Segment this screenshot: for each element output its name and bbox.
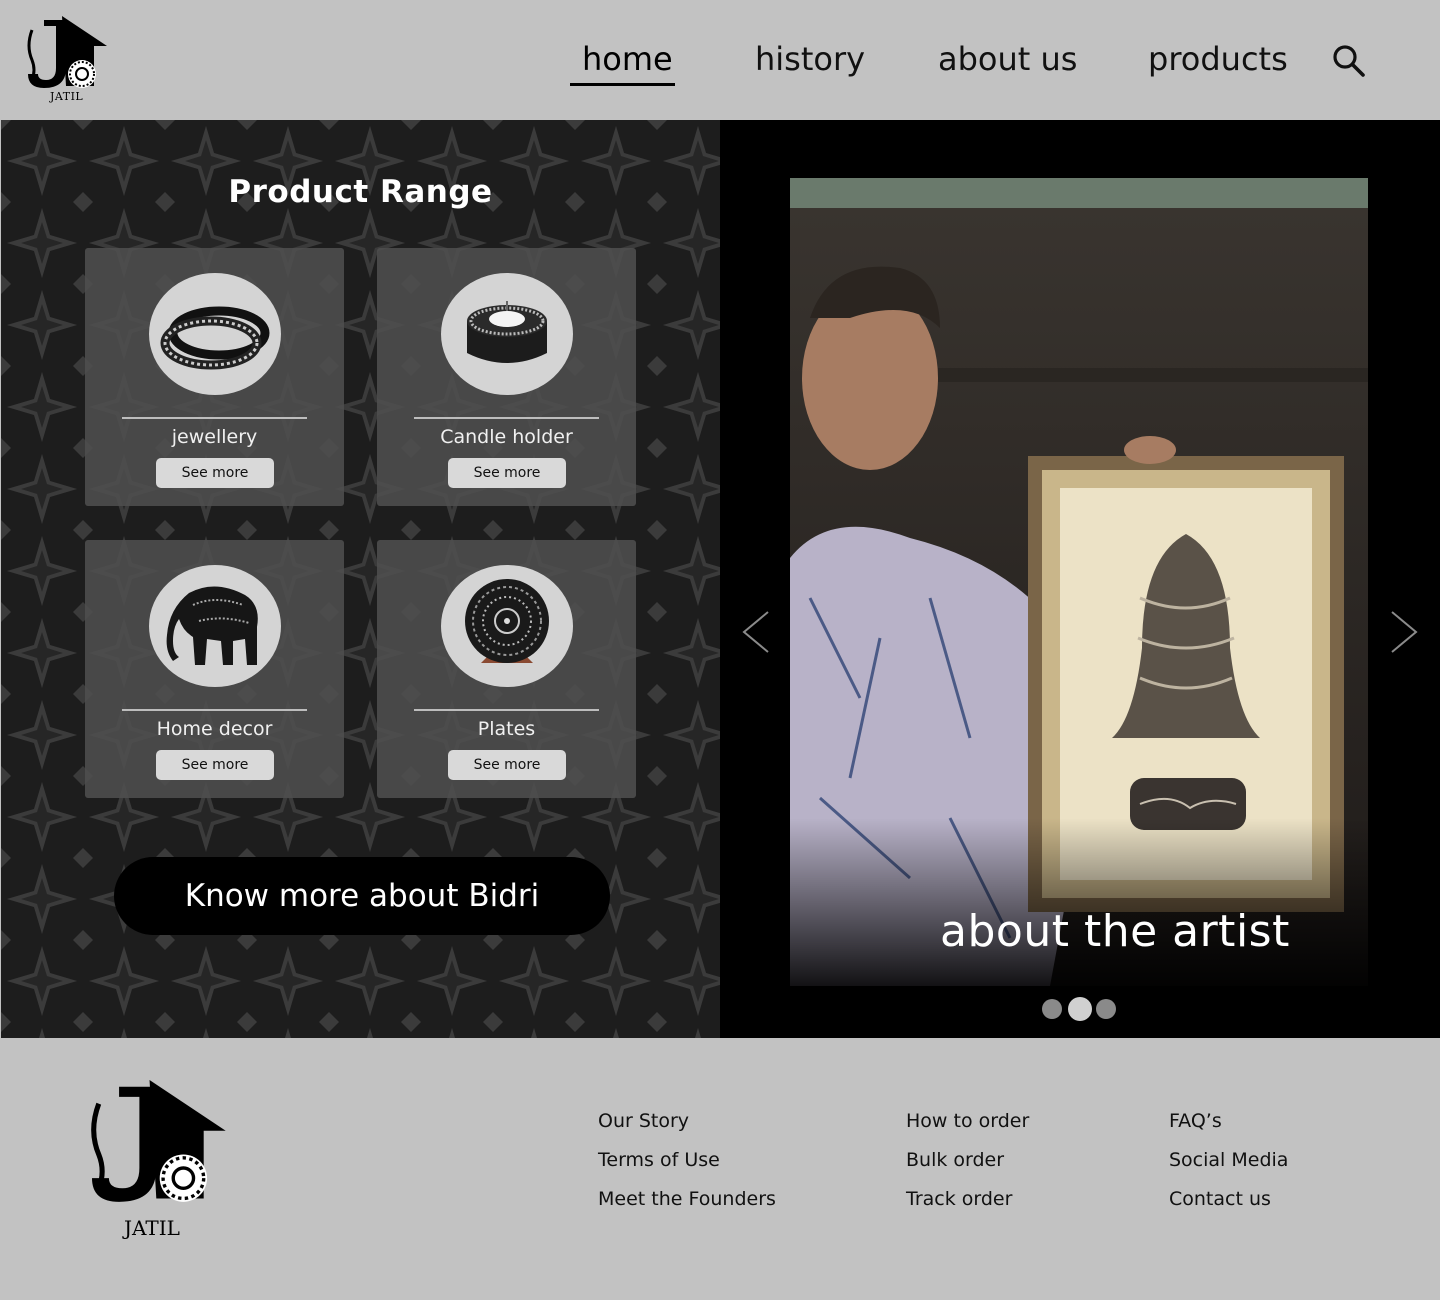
footer-brand-logo[interactable]: JATIL bbox=[78, 1080, 238, 1240]
card-divider bbox=[414, 417, 599, 419]
footer-link-how-to-order[interactable]: How to order bbox=[906, 1110, 1029, 1132]
footer-link-contact-us[interactable]: Contact us bbox=[1169, 1188, 1271, 1210]
carousel-caption: about the artist bbox=[940, 906, 1290, 957]
nav-active-indicator bbox=[570, 83, 675, 86]
footer-link-faqs[interactable]: FAQ’s bbox=[1169, 1110, 1222, 1132]
footer-brand-name: JATIL bbox=[124, 1216, 180, 1240]
product-card-plates[interactable]: Plates See more bbox=[377, 540, 636, 798]
footer-link-track-order[interactable]: Track order bbox=[906, 1188, 1012, 1210]
see-more-button[interactable]: See more bbox=[156, 750, 274, 780]
product-card-candle-holder[interactable]: Candle holder See more bbox=[377, 248, 636, 506]
product-range-section: Product Range jewellery See more Candle bbox=[1, 120, 720, 1038]
product-image-bangles bbox=[149, 273, 281, 395]
see-more-button[interactable]: See more bbox=[448, 458, 566, 488]
product-image-elephant bbox=[149, 565, 281, 687]
see-more-button[interactable]: See more bbox=[156, 458, 274, 488]
nav-history[interactable]: history bbox=[755, 40, 865, 78]
artist-photo-slide[interactable]: about the artist bbox=[790, 178, 1368, 986]
footer-link-our-story[interactable]: Our Story bbox=[598, 1110, 689, 1132]
know-more-bidri-button[interactable]: Know more about Bidri bbox=[114, 857, 610, 935]
product-name: Candle holder bbox=[440, 426, 573, 448]
card-divider bbox=[414, 709, 599, 711]
footer-link-terms-of-use[interactable]: Terms of Use bbox=[598, 1149, 720, 1171]
carousel-dot-1[interactable] bbox=[1042, 999, 1062, 1019]
artist-photo bbox=[790, 178, 1368, 986]
card-divider bbox=[122, 417, 307, 419]
footer-link-social-media[interactable]: Social Media bbox=[1169, 1149, 1288, 1171]
search-icon[interactable] bbox=[1332, 44, 1366, 78]
product-card-jewellery[interactable]: jewellery See more bbox=[85, 248, 344, 506]
chevron-right-icon[interactable] bbox=[1388, 610, 1420, 654]
site-header: JATIL home history about us products bbox=[0, 0, 1440, 120]
product-image-plate bbox=[441, 565, 573, 687]
see-more-button[interactable]: See more bbox=[448, 750, 566, 780]
brand-name: JATIL bbox=[50, 90, 84, 103]
carousel-dot-3[interactable] bbox=[1096, 999, 1116, 1019]
carousel-dot-2-active[interactable] bbox=[1068, 997, 1092, 1021]
nav-about-us[interactable]: about us bbox=[938, 40, 1077, 78]
nav-products[interactable]: products bbox=[1148, 40, 1288, 78]
footer-link-bulk-order[interactable]: Bulk order bbox=[906, 1149, 1004, 1171]
nav-home[interactable]: home bbox=[582, 40, 673, 78]
chevron-left-icon[interactable] bbox=[740, 610, 772, 654]
footer-link-meet-the-founders[interactable]: Meet the Founders bbox=[598, 1188, 776, 1210]
product-name: Home decor bbox=[156, 718, 273, 740]
logo-mark-icon bbox=[27, 16, 107, 88]
brand-logo[interactable]: JATIL bbox=[22, 16, 112, 108]
product-name: jewellery bbox=[171, 426, 258, 448]
card-divider bbox=[122, 709, 307, 711]
logo-mark-icon bbox=[91, 1080, 226, 1202]
site-footer: JATIL Our Story Terms of Use Meet the Fo… bbox=[0, 1038, 1440, 1300]
artist-carousel: about the artist bbox=[720, 120, 1440, 1038]
product-card-home-decor[interactable]: Home decor See more bbox=[85, 540, 344, 798]
product-name: Plates bbox=[477, 718, 536, 740]
product-image-candle-holder bbox=[441, 273, 573, 395]
product-range-title: Product Range bbox=[228, 174, 493, 210]
